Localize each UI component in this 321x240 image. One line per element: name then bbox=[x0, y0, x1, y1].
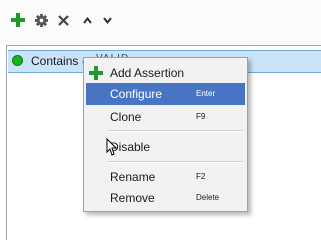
menu-item-shortcut: Delete bbox=[196, 193, 220, 202]
menu-item-label: Clone bbox=[110, 110, 142, 124]
menu-item-clone[interactable]: Clone F9 bbox=[86, 106, 245, 128]
menu-item-label: Configure bbox=[110, 87, 163, 101]
plus-icon bbox=[89, 66, 103, 80]
context-menu: Add Assertion Configure Enter Clone F9 D… bbox=[83, 57, 248, 212]
chevron-down-icon bbox=[102, 16, 112, 24]
menu-item-label: Rename bbox=[110, 170, 156, 184]
status-indicator bbox=[12, 55, 23, 66]
assertions-toolbar bbox=[0, 0, 321, 42]
menu-item-rename[interactable]: Rename F2 bbox=[86, 166, 245, 188]
close-icon bbox=[57, 14, 69, 26]
menu-separator bbox=[108, 130, 243, 132]
menu-item-add-assertion[interactable]: Add Assertion bbox=[86, 62, 245, 84]
menu-item-label: Add Assertion bbox=[110, 66, 185, 80]
add-assertion-button[interactable] bbox=[11, 12, 25, 28]
menu-item-label: Remove bbox=[110, 191, 155, 205]
text-cursor-icon bbox=[106, 138, 118, 156]
plus-icon bbox=[11, 13, 25, 27]
menu-item-configure[interactable]: Configure Enter bbox=[86, 83, 245, 105]
move-up-button[interactable] bbox=[80, 12, 94, 28]
menu-item-remove[interactable]: Remove Delete bbox=[86, 187, 245, 209]
menu-item-shortcut: F2 bbox=[196, 172, 206, 181]
move-down-button[interactable] bbox=[100, 12, 114, 28]
menu-separator bbox=[108, 161, 243, 163]
gear-icon bbox=[34, 13, 48, 27]
menu-item-shortcut: F9 bbox=[196, 112, 206, 121]
chevron-up-icon bbox=[82, 16, 92, 24]
assertion-label: Contains - bbox=[31, 54, 86, 68]
configure-button[interactable] bbox=[34, 12, 48, 28]
remove-button[interactable] bbox=[56, 12, 70, 28]
menu-item-shortcut: Enter bbox=[196, 89, 216, 98]
